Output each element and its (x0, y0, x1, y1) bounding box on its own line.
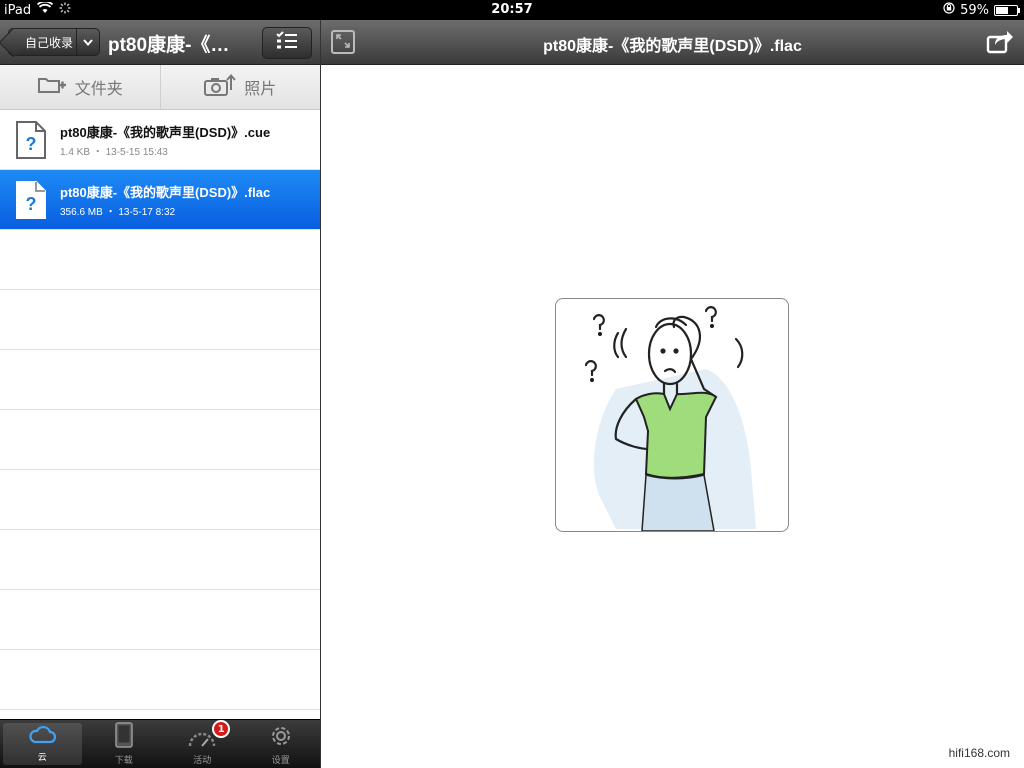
battery-fill (996, 6, 1008, 14)
edit-list-button[interactable] (262, 27, 312, 59)
back-button[interactable]: 自己收录 (0, 27, 100, 58)
unknown-file-icon: ? (14, 180, 48, 224)
share-button[interactable] (986, 28, 1014, 58)
svg-text:?: ? (26, 194, 37, 214)
folder-title: pt80康康-《… (108, 35, 230, 56)
left-navbar: 自己收录 pt80康康-《… (0, 20, 320, 65)
tab-activity[interactable]: 1 活动 (163, 720, 242, 768)
checklist-icon (275, 31, 299, 55)
cloud-icon (27, 725, 57, 748)
tab-downloads[interactable]: 下载 (85, 720, 164, 768)
unknown-file-icon: ? (14, 120, 48, 164)
camera-upload-icon (204, 73, 236, 100)
battery-icon (994, 4, 1020, 16)
file-title: pt80康康-《我的歌声里(DSD)》.flac (543, 38, 802, 55)
empty-row (0, 650, 320, 710)
tablet-icon (114, 722, 134, 751)
upload-toolbar: 文件夹 照片 (0, 65, 320, 110)
file-row-flac[interactable]: ? pt80康康-《我的歌声里(DSD)》.flac 356.6 MB ・ 13… (0, 170, 320, 230)
tab-label: 云 (37, 753, 47, 763)
back-button-label: 自己收录 (25, 35, 74, 50)
battery-percent: 59% (960, 2, 989, 18)
tab-settings[interactable]: 设置 (242, 720, 321, 768)
file-meta: 1.4 KB ・ 13-5-15 15:43 (60, 147, 168, 158)
status-bar: iPad 20:57 59% (0, 0, 1024, 20)
file-list: ? pt80康康-《我的歌声里(DSD)》.cue 1.4 KB ・ 13-5-… (0, 110, 320, 710)
right-navbar: pt80康康-《我的歌声里(DSD)》.flac (321, 20, 1024, 65)
empty-row (0, 350, 320, 410)
rotation-lock-icon (943, 2, 955, 18)
empty-row (0, 230, 320, 290)
preview-panel: pt80康康-《我的歌声里(DSD)》.flac hifi168.com (321, 20, 1024, 768)
file-browser-panel: 自己收录 pt80康康-《… 文件夹 照片 ? pt80康康-《我的歌声里(DS… (0, 20, 321, 768)
file-name: pt80康康-《我的歌声里(DSD)》.flac (60, 185, 271, 200)
gear-icon (269, 724, 293, 751)
tab-label: 活动 (193, 756, 212, 766)
watermark-text: hifi168.com (948, 746, 1010, 760)
tab-bar: 云 下载 1 活动 设置 (0, 719, 320, 768)
share-icon (986, 31, 1014, 58)
empty-row (0, 290, 320, 350)
tab-cloud[interactable]: 云 (3, 723, 82, 765)
activity-badge: 1 (212, 720, 231, 738)
confused-person-illustration (584, 306, 756, 531)
folder-label: 文件夹 (74, 79, 123, 98)
empty-row (0, 410, 320, 470)
unsupported-file-illustration (555, 298, 789, 532)
empty-row (0, 470, 320, 530)
add-folder-icon (37, 75, 67, 99)
new-folder-button[interactable]: 文件夹 (0, 65, 160, 109)
photo-label: 照片 (244, 79, 277, 98)
status-clock: 20:57 (491, 2, 533, 17)
file-name: pt80康康-《我的歌声里(DSD)》.cue (60, 125, 271, 140)
upload-photo-button[interactable]: 照片 (159, 65, 321, 109)
svg-text:?: ? (26, 134, 37, 154)
tab-label: 下载 (114, 756, 133, 766)
file-meta: 356.6 MB ・ 13-5-17 8:32 (60, 207, 176, 218)
empty-row (0, 590, 320, 650)
tab-label: 设置 (271, 756, 290, 766)
file-row-cue[interactable]: ? pt80康康-《我的歌声里(DSD)》.cue 1.4 KB ・ 13-5-… (0, 110, 320, 170)
empty-row (0, 530, 320, 590)
